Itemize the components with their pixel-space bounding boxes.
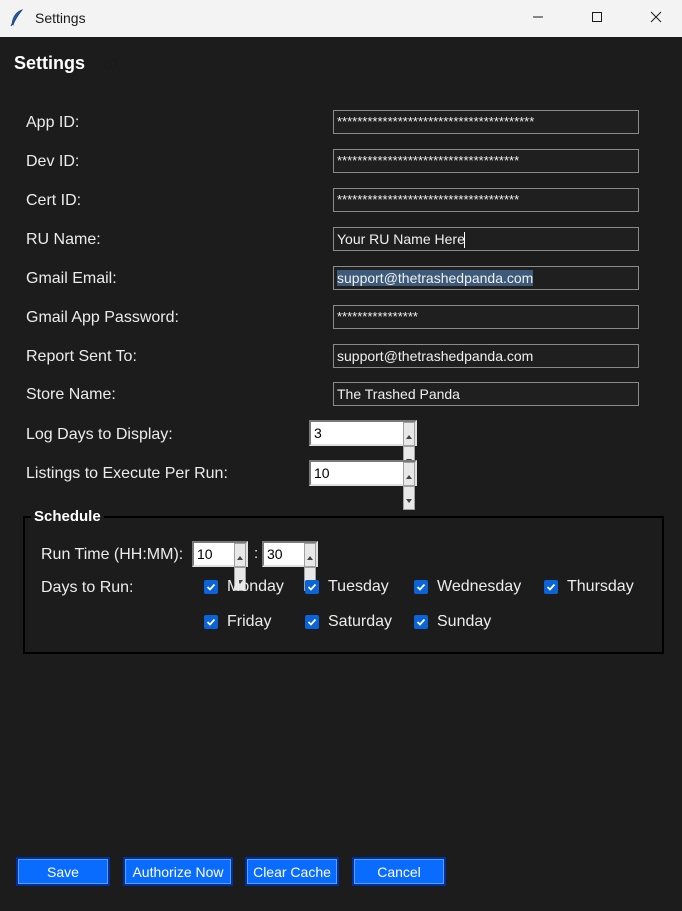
info-icon[interactable]	[104, 57, 118, 71]
checkmark-icon	[305, 615, 319, 629]
cert-id-input[interactable]: ************************************	[333, 188, 639, 212]
arrow-up-icon	[307, 544, 313, 566]
gmail-email-value: support@thetrashedpanda.com	[337, 270, 534, 286]
checkbox-tuesday[interactable]: Tuesday	[305, 577, 389, 597]
checkbox-friday[interactable]: Friday	[204, 612, 271, 632]
hour-value: 10	[197, 546, 213, 562]
arrow-down-icon	[406, 487, 412, 509]
listings-per-run-arrows	[403, 462, 415, 510]
ru-name-value: Your RU Name Here	[337, 231, 465, 247]
save-button[interactable]: Save	[16, 857, 110, 886]
title-bar[interactable]: Settings	[0, 0, 682, 37]
close-icon	[650, 10, 662, 28]
listings-per-run-label: Listings to Execute Per Run:	[26, 465, 228, 482]
checkbox-label: Monday	[227, 578, 284, 595]
minimize-icon	[532, 10, 544, 28]
minute-spinbox[interactable]: 30	[262, 541, 318, 591]
report-sent-to-input[interactable]: support@thetrashedpanda.com	[333, 344, 639, 368]
ru-name-input[interactable]: Your RU Name Here	[333, 227, 639, 251]
maximize-button[interactable]	[574, 0, 620, 37]
time-separator: :	[254, 545, 259, 562]
feather-icon	[10, 9, 24, 27]
authorize-now-button[interactable]: Authorize Now	[123, 857, 233, 886]
checkmark-icon	[414, 615, 428, 629]
clear-cache-button[interactable]: Clear Cache	[245, 857, 339, 886]
app-id-input[interactable]: ***************************************	[333, 110, 639, 134]
log-days-spinbox[interactable]: 3	[309, 420, 417, 470]
text-cursor	[463, 232, 465, 249]
run-time-label: Run Time (HH:MM):	[41, 546, 184, 563]
log-days-arrows	[403, 422, 415, 470]
checkbox-saturday[interactable]: Saturday	[305, 612, 392, 632]
checkmark-icon	[544, 580, 558, 594]
checkbox-label: Friday	[227, 613, 272, 630]
gmail-app-password-label: Gmail App Password:	[26, 309, 179, 326]
ru-name-label: RU Name:	[26, 231, 101, 248]
checkbox-sunday[interactable]: Sunday	[414, 612, 491, 632]
gmail-app-password-input[interactable]: ****************	[333, 305, 639, 329]
schedule-title: Schedule	[31, 508, 104, 525]
arrow-up-icon	[406, 463, 412, 485]
spin-up-button[interactable]	[234, 543, 246, 567]
cert-id-label: Cert ID:	[26, 192, 82, 209]
checkbox-label: Tuesday	[328, 578, 389, 595]
minute-value: 30	[267, 546, 283, 562]
checkbox-thursday[interactable]: Thursday	[544, 577, 634, 597]
checkbox-label: Thursday	[567, 578, 634, 595]
report-sent-to-label: Report Sent To:	[26, 348, 137, 365]
gmail-email-input[interactable]: support@thetrashedpanda.com	[333, 266, 639, 290]
dev-id-label: Dev ID:	[26, 153, 80, 170]
settings-window: Settings Settings App ID: **************…	[0, 0, 682, 911]
log-days-value: 3	[314, 425, 322, 441]
spin-up-button[interactable]	[403, 462, 415, 486]
dev-id-input[interactable]: ************************************	[333, 149, 639, 173]
hour-arrows	[234, 543, 246, 591]
arrow-up-icon	[237, 544, 243, 566]
days-to-run-label: Days to Run:	[41, 579, 134, 596]
checkbox-monday[interactable]: Monday	[204, 577, 284, 597]
hour-spinbox[interactable]: 10	[192, 541, 248, 591]
checkbox-wednesday[interactable]: Wednesday	[414, 577, 521, 597]
listings-per-run-value: 10	[314, 465, 330, 481]
maximize-icon	[591, 10, 603, 28]
log-days-label: Log Days to Display:	[26, 426, 173, 443]
cancel-button[interactable]: Cancel	[352, 857, 446, 886]
checkbox-label: Saturday	[328, 613, 393, 630]
checkmark-icon	[204, 580, 218, 594]
arrow-up-icon	[406, 423, 412, 445]
checkbox-label: Wednesday	[437, 578, 522, 595]
spin-up-button[interactable]	[304, 543, 316, 567]
spin-up-button[interactable]	[403, 422, 415, 446]
checkbox-label: Sunday	[437, 613, 492, 630]
page-title: Settings	[14, 53, 86, 73]
window-title: Settings	[35, 10, 86, 26]
listings-per-run-spinbox[interactable]: 10	[309, 460, 417, 510]
checkmark-icon	[204, 615, 218, 629]
minimize-button[interactable]	[515, 0, 561, 37]
close-button[interactable]	[633, 0, 679, 37]
gmail-email-label: Gmail Email:	[26, 270, 117, 287]
spin-down-button[interactable]	[403, 486, 415, 510]
store-name-label: Store Name:	[26, 386, 116, 403]
store-name-input[interactable]: The Trashed Panda	[333, 382, 639, 406]
checkmark-icon	[414, 580, 428, 594]
minute-arrows	[304, 543, 316, 591]
checkmark-icon	[305, 580, 319, 594]
app-id-label: App ID:	[26, 114, 80, 131]
